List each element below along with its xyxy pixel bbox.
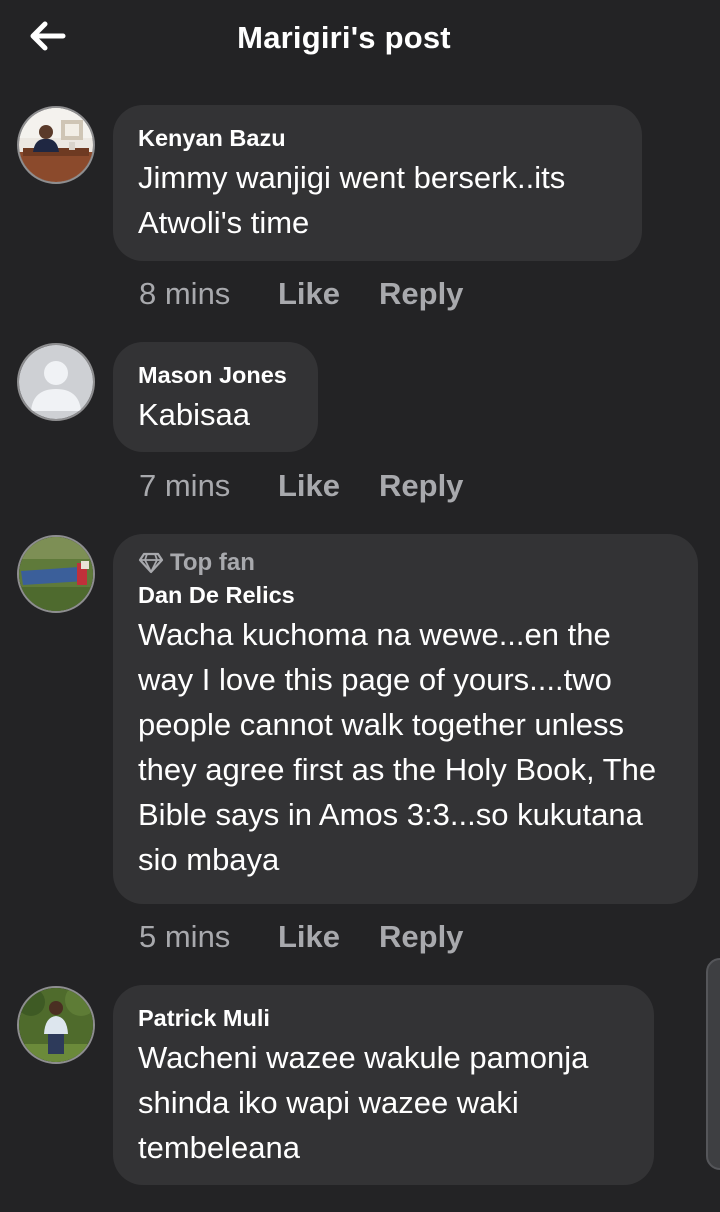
top-fan-badge: Top fan bbox=[138, 546, 672, 580]
comment-bubble: Mason Jones Kabisaa bbox=[113, 342, 318, 452]
comment-actions: 7 mins Like Reply bbox=[139, 468, 463, 504]
reply-button[interactable]: Reply bbox=[379, 468, 463, 504]
page-title: Marigiri's post bbox=[237, 20, 451, 55]
avatar[interactable] bbox=[17, 343, 95, 421]
avatar-photo bbox=[19, 537, 93, 611]
like-button[interactable]: Like bbox=[278, 919, 379, 955]
avatar[interactable] bbox=[17, 986, 95, 1064]
comments-screen: Marigiri's post Kenyan Bazu Jimmy wanjig… bbox=[0, 0, 720, 1212]
comment-time: 5 mins bbox=[139, 919, 231, 954]
comment-bubble: Top fan Dan De Relics Wacha kuchoma na w… bbox=[113, 534, 698, 904]
comment-text: Wacha kuchoma na wewe...en the way I lov… bbox=[138, 617, 657, 877]
avatar[interactable] bbox=[17, 106, 95, 184]
comment-actions: 8 mins Like Reply bbox=[139, 276, 463, 312]
comment-text: Wacheni wazee wakule pamonja shinda iko … bbox=[138, 1040, 589, 1165]
comment-text: Jimmy wanjigi went berserk..its Atwoli's… bbox=[138, 160, 566, 240]
top-fan-label: Top fan bbox=[170, 549, 255, 576]
scrollbar-thumb[interactable] bbox=[706, 958, 720, 1170]
comment-author[interactable]: Dan De Relics bbox=[138, 580, 672, 610]
comment-text: Kabisaa bbox=[138, 397, 251, 432]
like-button[interactable]: Like bbox=[278, 276, 379, 312]
comment-author[interactable]: Kenyan Bazu bbox=[138, 123, 616, 153]
diamond-icon bbox=[138, 552, 164, 574]
comment-bubble: Patrick Muli Wacheni wazee wakule pamonj… bbox=[113, 985, 654, 1185]
reply-button[interactable]: Reply bbox=[379, 919, 463, 955]
comment-time: 8 mins bbox=[139, 276, 231, 311]
avatar[interactable] bbox=[17, 535, 95, 613]
default-avatar-icon bbox=[19, 345, 93, 419]
reply-button[interactable]: Reply bbox=[379, 276, 463, 312]
comment-time: 7 mins bbox=[139, 468, 231, 503]
avatar-photo bbox=[19, 988, 93, 1062]
like-button[interactable]: Like bbox=[278, 468, 379, 504]
comment-bubble: Kenyan Bazu Jimmy wanjigi went berserk..… bbox=[113, 105, 642, 261]
top-bar: Marigiri's post bbox=[0, 0, 720, 84]
avatar-photo bbox=[19, 108, 93, 182]
comment-author[interactable]: Mason Jones bbox=[138, 360, 292, 390]
comment-actions: 5 mins Like Reply bbox=[139, 919, 463, 955]
comment-author[interactable]: Patrick Muli bbox=[138, 1003, 628, 1033]
